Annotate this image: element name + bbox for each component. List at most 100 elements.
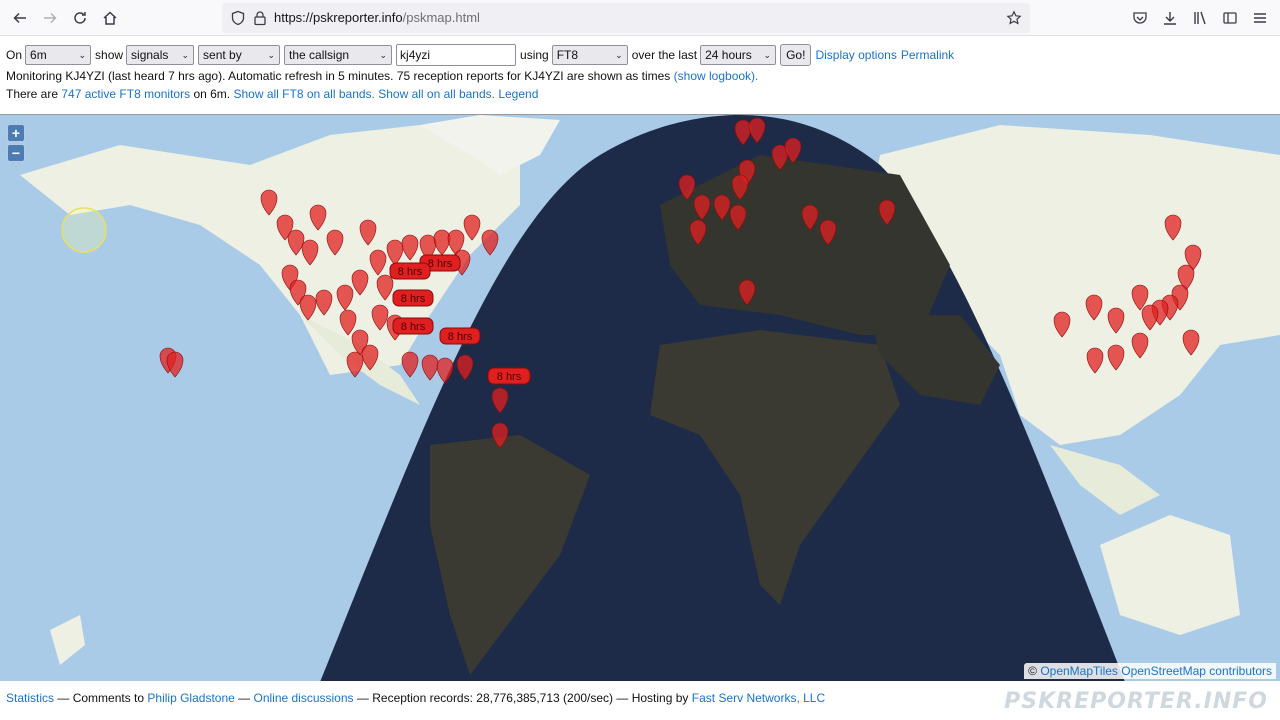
display-options-link[interactable]: Display options (815, 48, 896, 62)
reception-marker[interactable] (433, 229, 451, 256)
marker-layer: 8 hrs 8 hrs 8 hrs 8 hrs 8 hrs 8 hrs (61, 117, 1202, 449)
openstreetmap-link[interactable]: OpenStreetMap contributors (1121, 664, 1272, 678)
forward-button[interactable] (38, 6, 62, 30)
reception-marker[interactable] (689, 219, 707, 246)
reception-marker[interactable] (346, 351, 364, 378)
reception-marker[interactable] (748, 117, 766, 144)
menu-button[interactable] (1250, 8, 1270, 28)
show-select[interactable]: signals ⌄ (126, 45, 195, 65)
reception-marker[interactable] (326, 229, 344, 256)
reception-marker[interactable] (729, 204, 747, 231)
reception-marker[interactable] (1086, 347, 1104, 374)
shield-icon[interactable] (230, 10, 246, 26)
map-attribution: © OpenMapTiles OpenStreetMap contributor… (1024, 663, 1276, 679)
reception-marker[interactable] (421, 354, 439, 381)
reception-marker[interactable] (731, 174, 749, 201)
time-label[interactable]: 8 hrs (439, 327, 481, 345)
hosting-link[interactable]: Fast Serv Networks, LLC (692, 691, 825, 705)
reception-marker[interactable] (463, 214, 481, 241)
back-button[interactable] (8, 6, 32, 30)
reception-marker[interactable] (386, 239, 404, 266)
reception-marker[interactable] (401, 351, 419, 378)
reception-marker[interactable] (713, 194, 731, 221)
online-discussions-link[interactable]: Online discussions (253, 691, 353, 705)
time-label[interactable]: 8 hrs (392, 289, 434, 307)
reception-marker[interactable] (1107, 344, 1125, 371)
reception-marker[interactable] (1053, 311, 1071, 338)
time-label-text: 8 hrs (401, 293, 426, 305)
callsign-input[interactable] (396, 44, 517, 66)
reception-marker[interactable] (166, 351, 184, 378)
show-all-ft8-link[interactable]: Show all FT8 on all bands. (233, 87, 374, 101)
reception-marker[interactable] (1085, 294, 1103, 321)
lock-icon[interactable] (252, 10, 268, 26)
reception-marker[interactable] (1107, 307, 1125, 334)
zoom-out-button[interactable]: − (7, 144, 25, 162)
home-button[interactable] (98, 6, 122, 30)
reception-marker[interactable] (315, 289, 333, 316)
target-select[interactable]: the callsign ⌄ (284, 45, 393, 65)
reception-marker[interactable] (1131, 332, 1149, 359)
reception-marker[interactable] (456, 354, 474, 381)
on-band-text: on 6m. (193, 87, 231, 101)
reception-marker[interactable] (738, 279, 756, 306)
sidebar-button[interactable] (1220, 8, 1240, 28)
reception-marker[interactable] (491, 387, 509, 414)
reception-marker[interactable] (287, 229, 305, 256)
reception-marker[interactable] (376, 274, 394, 301)
period-select[interactable]: 24 hours ⌄ (700, 45, 777, 65)
reception-marker[interactable] (481, 229, 499, 256)
statistics-link[interactable]: Statistics (6, 691, 54, 705)
reception-marker[interactable] (678, 174, 696, 201)
reception-marker[interactable] (339, 309, 357, 336)
permalink-link[interactable]: Permalink (901, 48, 954, 62)
reception-marker[interactable] (819, 219, 837, 246)
library-button[interactable] (1190, 8, 1210, 28)
reception-marker[interactable] (309, 204, 327, 231)
there-are-text: There are (6, 87, 59, 101)
arrow-right-icon (44, 12, 57, 24)
reception-marker[interactable] (260, 189, 278, 216)
downloads-button[interactable] (1160, 8, 1180, 28)
time-label-text: 8 hrs (448, 331, 473, 343)
pocket-button[interactable] (1130, 8, 1150, 28)
reception-marker[interactable] (359, 219, 377, 246)
reception-marker[interactable] (491, 422, 509, 449)
monitoring-status: Monitoring KJ4YZI (last heard 7 hrs ago)… (6, 69, 758, 83)
openmaptiles-link[interactable]: OpenMapTiles (1040, 664, 1118, 678)
reload-button[interactable] (68, 6, 92, 30)
reception-marker[interactable] (1182, 329, 1200, 356)
reception-marker[interactable] (878, 199, 896, 226)
active-monitors-link[interactable]: 747 active FT8 monitors (61, 87, 190, 101)
reception-marker[interactable] (1141, 304, 1159, 331)
reception-marker[interactable] (351, 269, 369, 296)
reception-marker[interactable] (784, 137, 802, 164)
author-link[interactable]: Philip Gladstone (147, 691, 234, 705)
zoom-in-button[interactable]: + (7, 124, 25, 142)
time-label[interactable]: 8 hrs (389, 262, 431, 280)
reception-marker[interactable] (693, 194, 711, 221)
legend-link[interactable]: Legend (498, 87, 538, 101)
reception-marker[interactable] (1164, 214, 1182, 241)
reception-marker[interactable] (369, 249, 387, 276)
show-all-link[interactable]: Show all on all bands. (378, 87, 495, 101)
reception-marker[interactable] (801, 204, 819, 231)
show-logbook-link[interactable]: (show logbook). (674, 69, 759, 83)
star-icon[interactable] (1006, 10, 1022, 26)
reception-marker[interactable] (301, 239, 319, 266)
direction-select[interactable]: sent by ⌄ (198, 45, 281, 65)
reception-marker[interactable] (336, 284, 354, 311)
reception-map[interactable]: 8 hrs 8 hrs 8 hrs 8 hrs 8 hrs 8 hrs + − … (0, 114, 1280, 681)
time-label[interactable]: 8 hrs (392, 317, 434, 335)
band-select[interactable]: 6m ⌄ (25, 45, 92, 65)
time-label[interactable]: 8 hrs (487, 367, 531, 385)
go-button[interactable]: Go! (780, 44, 812, 66)
reception-marker[interactable] (299, 294, 317, 321)
mode-select[interactable]: FT8 ⌄ (551, 45, 628, 65)
reception-marker[interactable] (734, 119, 752, 146)
reception-marker[interactable] (436, 357, 454, 384)
reception-marker[interactable] (401, 234, 419, 261)
address-bar[interactable]: https://pskreporter.info/pskmap.html (222, 3, 1030, 33)
reception-marker[interactable] (371, 304, 389, 331)
reception-marker[interactable] (361, 344, 379, 371)
